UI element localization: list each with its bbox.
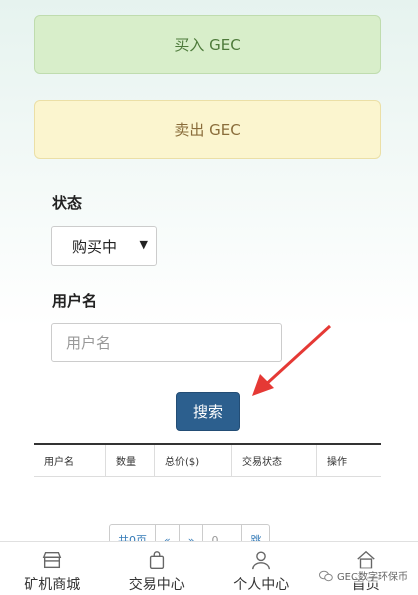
buy-gec-label: 买入 GEC: [174, 36, 241, 54]
nav-label-trade-center: 交易中心: [128, 577, 185, 593]
wechat-icon: [318, 570, 333, 581]
nav-item-personal-center[interactable]: 个人中心: [209, 542, 314, 595]
nav-label-personal-center: 个人中心: [233, 577, 290, 593]
search-button-label: 搜索: [192, 403, 223, 421]
watermark-text: GEC数字环保币: [336, 572, 408, 583]
nav-item-trade-center[interactable]: 交易中心: [105, 542, 210, 595]
search-button[interactable]: 搜索: [176, 392, 240, 431]
bag-icon: [149, 551, 164, 569]
column-header-quantity: 数量: [106, 445, 155, 476]
sell-gec-label: 卖出 GEC: [174, 121, 241, 139]
caret-down-icon: ▼: [139, 238, 148, 251]
buy-gec-button[interactable]: 买入 GEC: [34, 15, 381, 74]
status-label: 状态: [52, 194, 83, 212]
column-header-trade-status: 交易状态: [232, 445, 317, 476]
sell-gec-button[interactable]: 卖出 GEC: [34, 100, 381, 159]
nav-item-miner-store[interactable]: 矿机商城: [0, 542, 105, 595]
nav-label-miner-store: 矿机商城: [24, 577, 81, 593]
column-header-username: 用户名: [34, 445, 106, 476]
status-select[interactable]: 购买中 ▼: [51, 226, 157, 266]
red-arrow-annotation: [252, 324, 332, 396]
store-icon: [42, 551, 62, 569]
wechat-watermark: GEC数字环保币: [318, 568, 408, 583]
column-header-total-price: 总价($): [155, 445, 232, 476]
results-table-header: 用户名 数量 总价($) 交易状态 操作: [34, 443, 381, 477]
status-selected-value: 购买中: [72, 237, 118, 256]
column-header-action: 操作: [327, 457, 347, 468]
user-icon: [252, 551, 271, 570]
username-label: 用户名: [52, 292, 98, 310]
